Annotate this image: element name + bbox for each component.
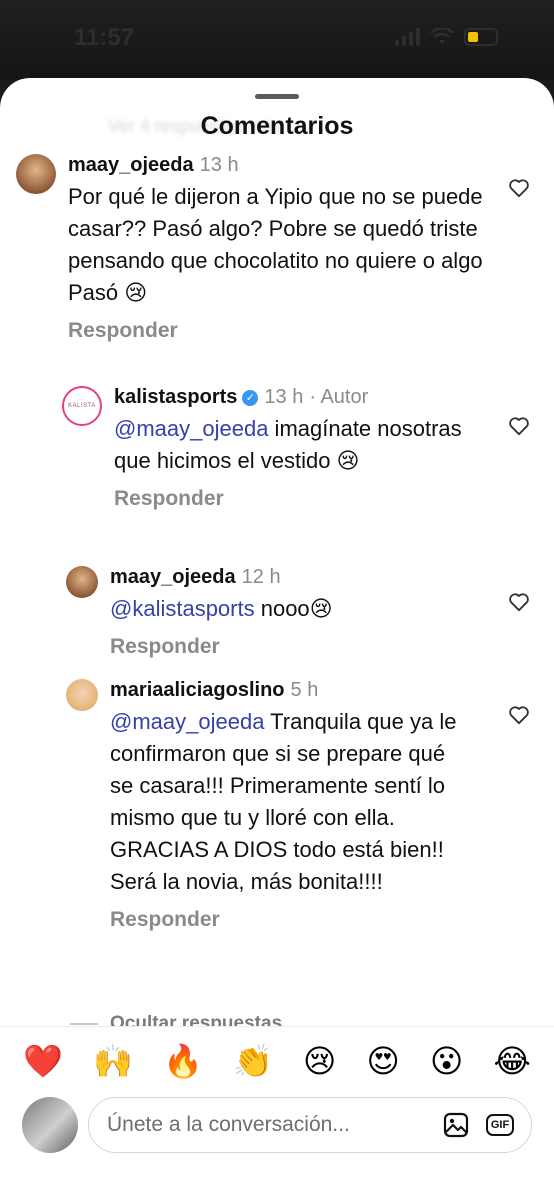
quick-emoji-row: ❤️ 🙌 🔥 👏 😢 😍 😮 😂 [0,1041,554,1081]
comment-username[interactable]: maay_ojeeda [110,566,236,589]
avatar[interactable] [66,679,98,711]
gif-icon[interactable]: GIF [483,1108,517,1142]
emoji-heart-eyes[interactable]: 😍 [367,1041,400,1081]
heart-icon[interactable] [508,416,530,436]
comment-username[interactable]: mariaaliciagoslino [110,679,285,702]
avatar[interactable]: KALISTA [62,386,102,426]
reply-button[interactable]: Responder [110,908,470,932]
comment-composer-area: ❤️ 🙌 🔥 👏 😢 😍 😮 😂 Únete a la conversación… [0,1026,554,1200]
sheet-title: Comentarios [200,112,354,140]
comment-reply: maay_ojeeda 12 h @kalistasports nooo😢 Re… [66,566,506,659]
status-time: 11:57 [74,24,135,51]
avatar-logo-text: KALISTA [68,403,96,409]
emoji-surprised[interactable]: 😮 [430,1041,463,1081]
comment-reply: KALISTA kalistasports ✓ 13 h · Autor @ma… [62,386,502,511]
comment-time: 12 h [241,566,281,588]
comment-text: @kalistasports nooo😢 [110,596,333,621]
comment-input-placeholder: Únete a la conversación... [107,1113,350,1136]
comment-time: 13 h [264,386,304,408]
emoji-laughing[interactable]: 😂 [494,1041,531,1081]
battery-icon [464,28,498,46]
comment-text: @maay_ojeeda Tranquila que ya le confirm… [110,709,457,894]
status-icons [395,28,498,46]
author-label: · Autor [309,386,369,408]
comment-text: @maay_ojeeda imagínate nosotras que hici… [114,416,462,473]
comment-username[interactable]: maay_ojeeda [68,154,194,177]
comment-time: 13 h [199,154,239,176]
sheet-grabber[interactable] [255,94,299,99]
reply-button[interactable]: Responder [68,319,488,343]
comment-text: Por qué le dijeron a Yipio que no se pue… [68,184,483,305]
image-icon[interactable] [439,1108,473,1142]
heart-icon[interactable] [508,592,530,612]
signal-icon [395,28,420,46]
emoji-heart[interactable]: ❤️ [23,1041,63,1081]
divider [70,1023,98,1025]
wifi-icon [430,28,454,44]
verified-badge-icon: ✓ [242,389,259,406]
mention-link[interactable]: @maay_ojeeda [110,709,264,734]
reply-button[interactable]: Responder [114,487,494,511]
comments-sheet: Ver 4 respuestas más Comentarios maay_oj… [0,78,554,1200]
comment-time: 5 h [290,679,319,701]
emoji-crying[interactable]: 😢 [303,1041,336,1081]
avatar[interactable] [66,566,98,598]
comment-reply: mariaaliciagoslino 5 h @maay_ojeeda Tran… [66,679,506,932]
comment-input[interactable]: Únete a la conversación... GIF [88,1097,532,1153]
reply-button[interactable]: Responder [110,635,490,659]
avatar[interactable] [16,154,56,194]
mention-link[interactable]: @maay_ojeeda [114,416,268,441]
emoji-raised-hands[interactable]: 🙌 [93,1041,133,1081]
heart-icon[interactable] [508,178,530,198]
heart-icon[interactable] [508,705,530,725]
emoji-clap[interactable]: 👏 [233,1041,273,1081]
emoji-fire[interactable]: 🔥 [163,1041,203,1081]
composer: Únete a la conversación... GIF [22,1097,532,1153]
comment-username[interactable]: kalistasports [114,386,237,409]
gif-label: GIF [485,1114,515,1136]
my-avatar [22,1097,78,1153]
comment: maay_ojeeda 13 h Por qué le dijeron a Yi… [16,154,486,343]
mention-link[interactable]: @kalistasports [110,596,255,621]
status-bar: 11:57 [0,0,554,80]
